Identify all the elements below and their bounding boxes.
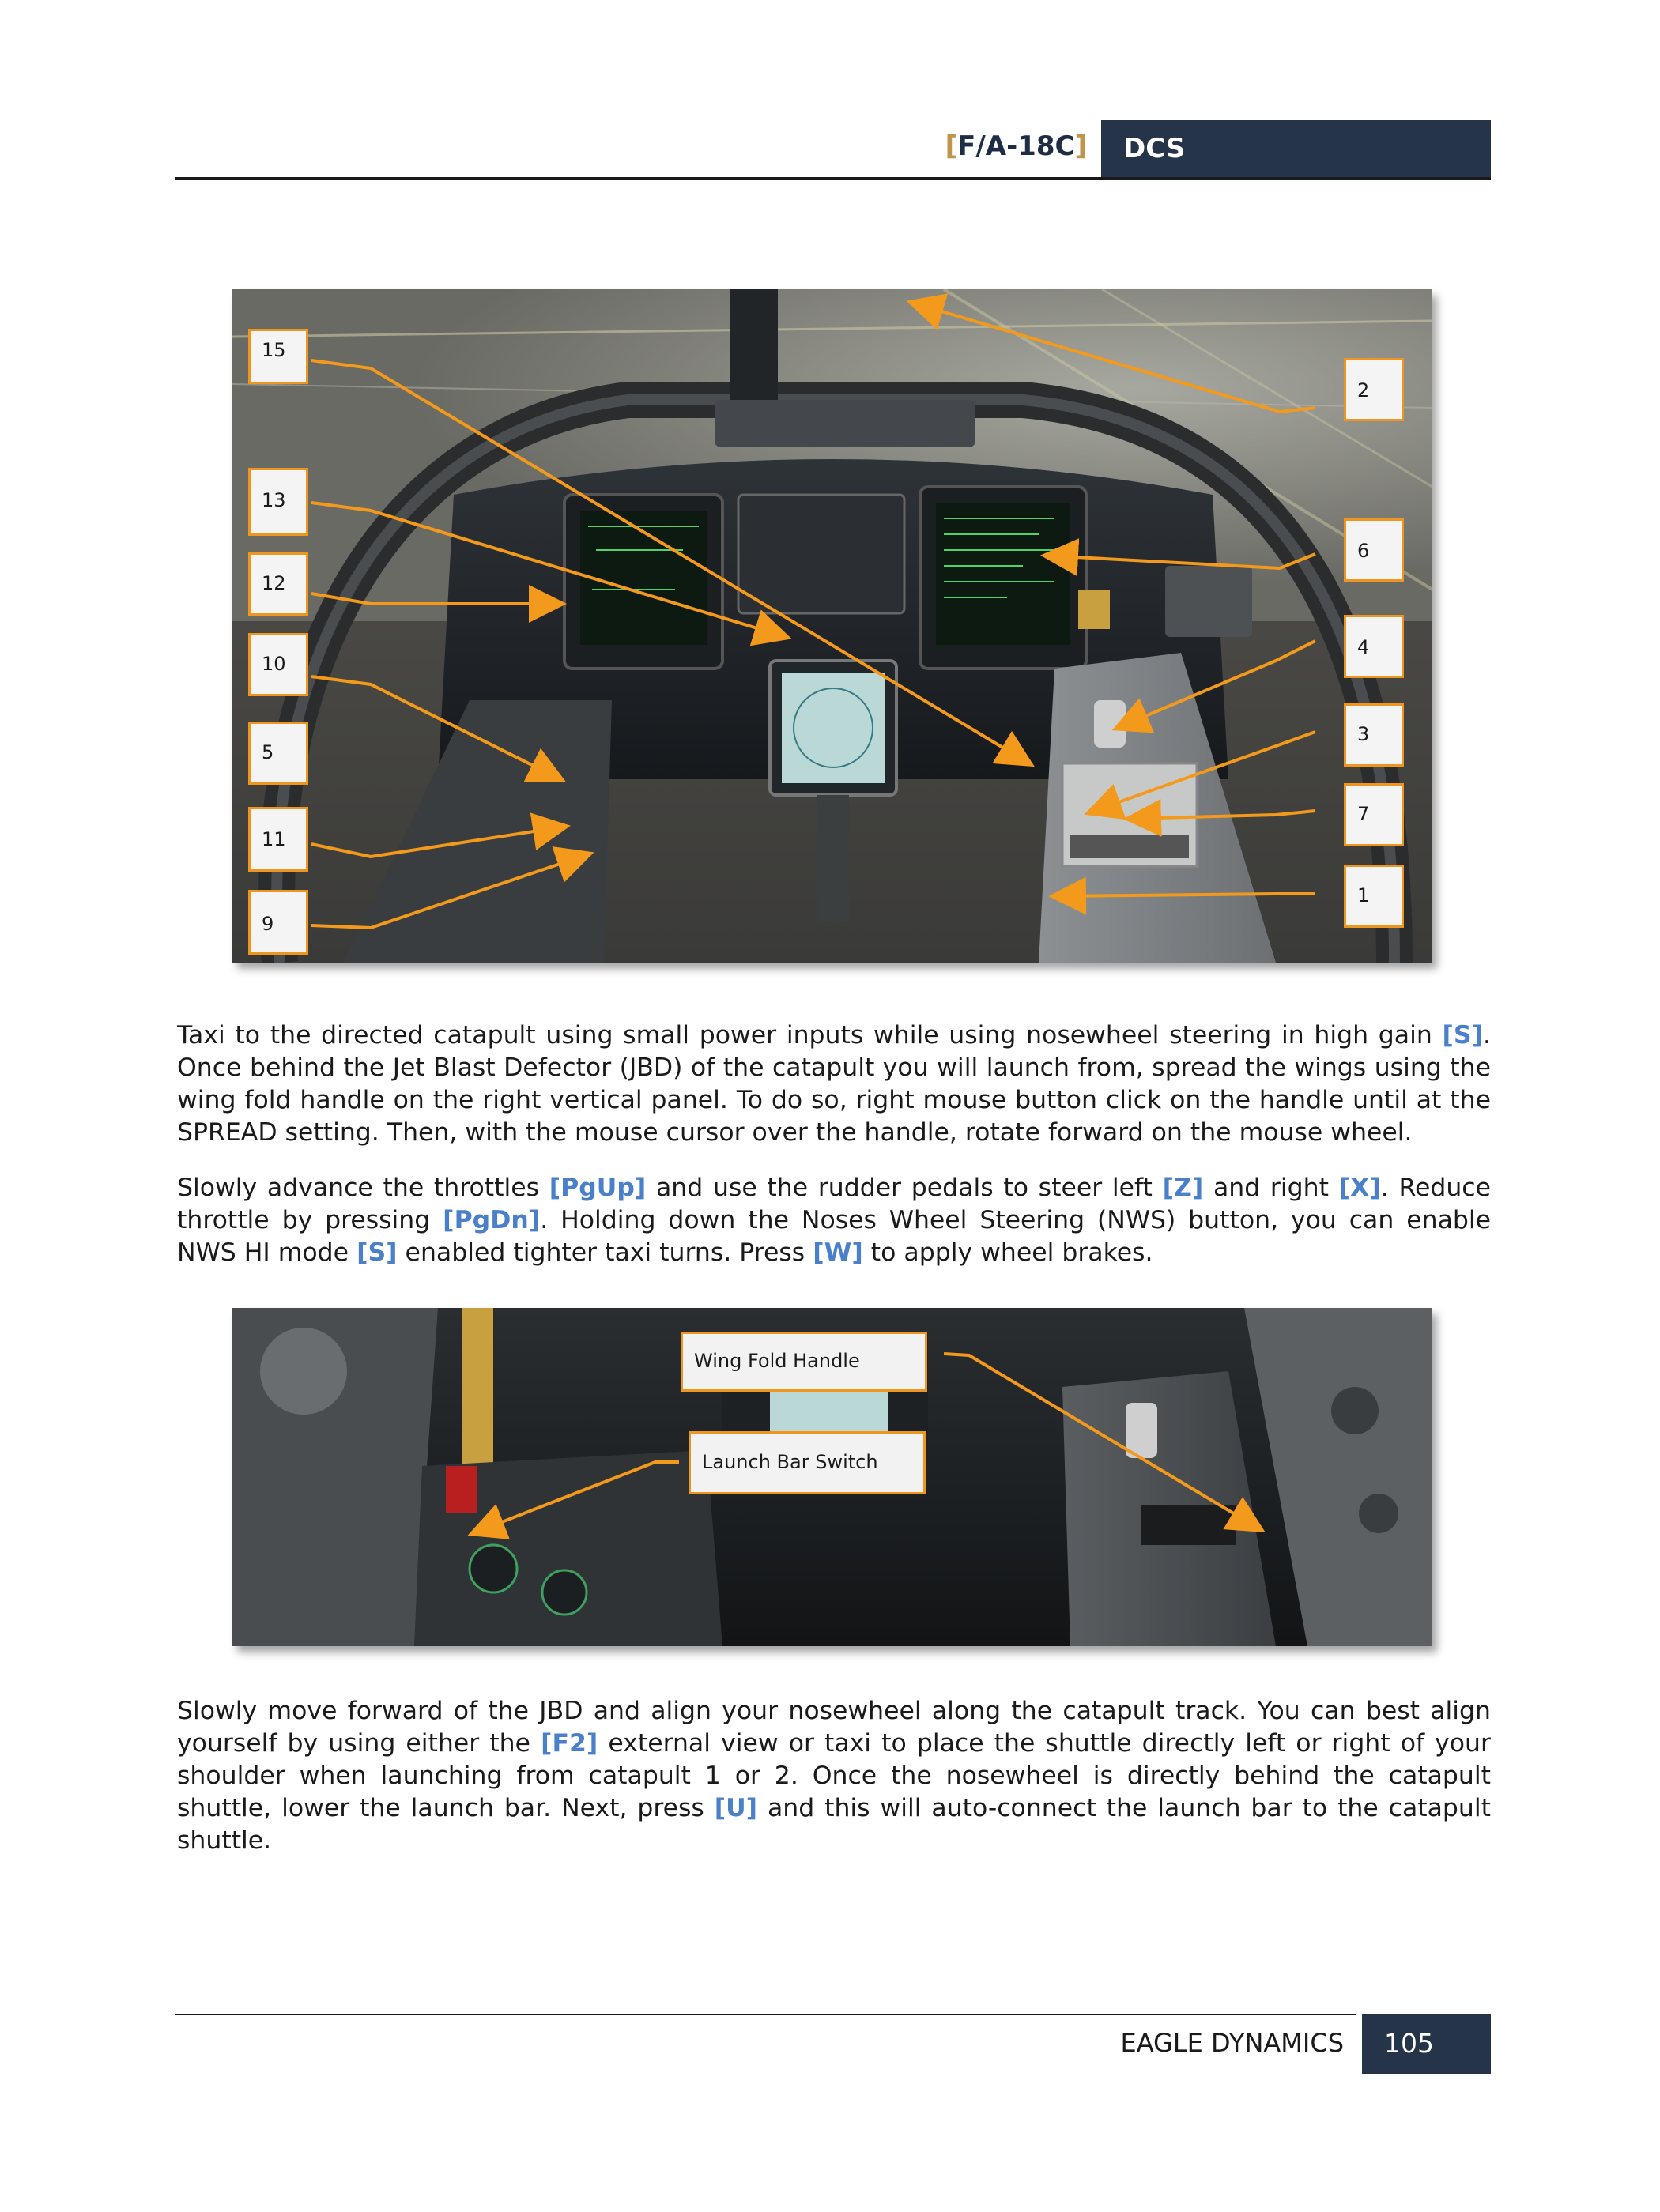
paragraph-taxi: Taxi to the directed catapult using smal… (177, 1019, 1491, 1149)
callout-6: 6 (1344, 518, 1404, 582)
bracket-open: [ (945, 130, 958, 162)
para2-text-2: and use the rudder pedals to steer left (646, 1174, 1163, 1202)
page-number: 105 (1384, 2028, 1434, 2059)
keybind-launch-bar: [U] (714, 1794, 758, 1822)
callout-4: 4 (1344, 615, 1404, 678)
keybind-throttle-up: [PgUp] (549, 1174, 647, 1202)
paragraph-catapult: Slowly move forward of the JBD and align… (177, 1695, 1491, 1857)
header-brand-box: DCS (1101, 120, 1491, 180)
keybind-rudder-left: [Z] (1162, 1174, 1204, 1202)
callout-5: 5 (248, 722, 308, 785)
callout-3: 3 (1344, 703, 1404, 767)
callout-7: 7 (1344, 783, 1404, 846)
para2-text-7: to apply wheel brakes. (862, 1238, 1153, 1267)
keybind-wheel-brakes: [W] (813, 1238, 863, 1267)
keybind-nws-high: [S] (1442, 1021, 1483, 1049)
cockpit-figure-1: 15 2 13 6 12 4 10 3 5 7 11 1 9 (232, 289, 1432, 963)
page-number-box: 105 (1362, 2014, 1491, 2074)
footer-rule (175, 2014, 1356, 2015)
callout-9: 9 (248, 890, 308, 955)
paragraph-throttle: Slowly advance the throttles [PgUp] and … (177, 1172, 1491, 1269)
callout-12: 12 (248, 552, 308, 616)
keybind-nws-hi-mode: [S] (357, 1238, 398, 1267)
keybind-rudder-right: [X] (1338, 1174, 1381, 1202)
callout-1: 1 (1344, 865, 1404, 928)
cockpit-figure-2: Wing Fold Handle Launch Bar Switch (232, 1308, 1432, 1646)
keybind-throttle-down: [PgDn] (443, 1206, 541, 1234)
callout-2: 2 (1344, 358, 1404, 421)
callout-13: 13 (248, 468, 308, 536)
callout-arrows-1 (311, 293, 1316, 930)
para1-text-1: Taxi to the directed catapult using smal… (177, 1021, 1443, 1049)
callout-15: 15 (248, 329, 308, 384)
para2-text-3: and right (1203, 1174, 1339, 1202)
keybind-external-view: [F2] (541, 1729, 598, 1758)
footer-company: EAGLE DYNAMICS (1120, 2028, 1344, 2058)
header-rule (175, 177, 1491, 180)
header-brand: DCS (1123, 133, 1186, 164)
aircraft-name: F/A-18C (957, 130, 1075, 162)
wing-fold-handle-label: Wing Fold Handle (681, 1332, 927, 1392)
para2-text-6: enabled tighter taxi turns. Press (397, 1238, 813, 1267)
bracket-close: ] (1074, 130, 1087, 162)
header-title: [F/A-18C] (905, 130, 1087, 162)
launch-bar-switch-label: Launch Bar Switch (689, 1431, 926, 1494)
para2-text-1: Slowly advance the throttles (177, 1174, 549, 1202)
callout-10: 10 (248, 633, 308, 696)
callout-11: 11 (248, 807, 308, 872)
